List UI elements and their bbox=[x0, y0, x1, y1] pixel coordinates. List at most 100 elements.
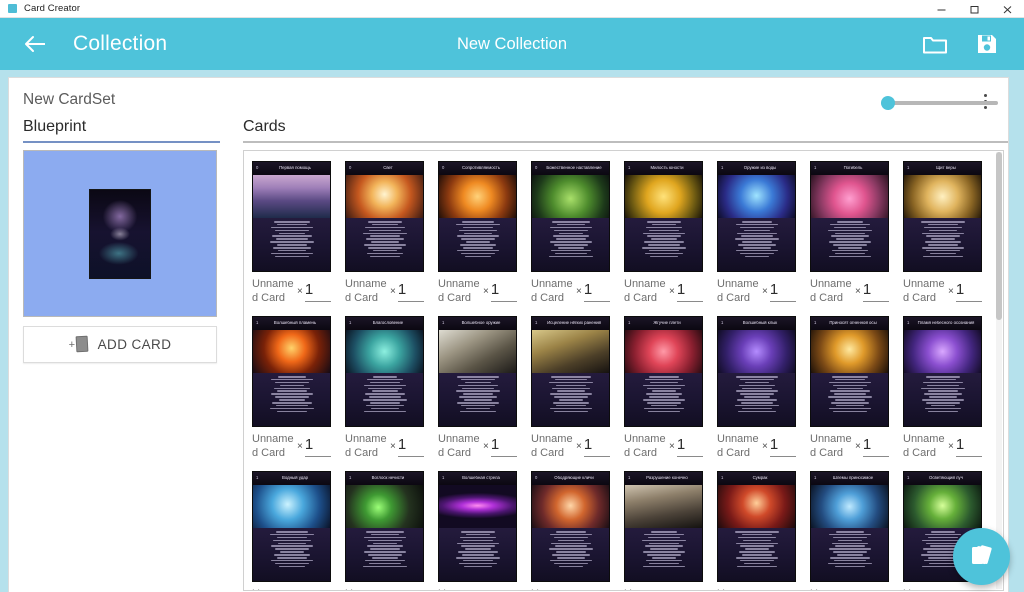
card-quantity-input[interactable]: 1 bbox=[583, 282, 610, 302]
card-thumbnail[interactable]: 1 Волшебный пламень bbox=[252, 316, 331, 427]
cards-scrollbar-thumb[interactable] bbox=[996, 152, 1002, 320]
card-thumbnail[interactable]: 1 Оружие из воды bbox=[717, 161, 796, 272]
card-thumbnail[interactable]: 1 Жгучие плети bbox=[624, 316, 703, 427]
card-title-bar: 1 Волшебный клык bbox=[718, 317, 795, 330]
card-text-line bbox=[558, 232, 583, 235]
card-text-line bbox=[642, 232, 685, 235]
card-quantity-input[interactable]: 1 bbox=[490, 282, 517, 302]
card-text-line bbox=[368, 229, 401, 232]
card-text-line bbox=[929, 252, 956, 255]
minimize-button[interactable] bbox=[925, 0, 958, 18]
card-cost: 0 bbox=[535, 475, 538, 481]
card-text-line bbox=[554, 378, 587, 381]
slider-thumb[interactable] bbox=[881, 96, 895, 110]
card-quantity-input[interactable]: 1 bbox=[955, 282, 982, 302]
card-thumbnail[interactable]: 0 Первая помощь bbox=[252, 161, 331, 272]
card-thumbnail[interactable]: 0 Ободряющие кличи bbox=[531, 471, 610, 582]
card-text-line bbox=[925, 542, 960, 545]
card-text-line bbox=[463, 399, 492, 401]
card-text-line bbox=[369, 255, 400, 258]
card-text-line bbox=[549, 533, 592, 536]
card-text-line bbox=[642, 384, 685, 387]
card-text-line bbox=[735, 223, 778, 226]
blueprint-preview[interactable] bbox=[23, 150, 217, 317]
card-text-line bbox=[362, 232, 407, 235]
card-quantity-input[interactable]: 1 bbox=[769, 437, 796, 457]
card-text-line bbox=[831, 376, 868, 378]
card-text-line bbox=[370, 241, 399, 243]
card-quantity-input[interactable]: 1 bbox=[490, 437, 517, 457]
card-thumbnail[interactable]: 1 Разрушение конечно bbox=[624, 471, 703, 582]
card-quantity-input[interactable]: 1 bbox=[862, 282, 889, 302]
cards-scrollbar[interactable] bbox=[996, 152, 1002, 589]
card-thumbnail[interactable]: 1 Милость юности bbox=[624, 161, 703, 272]
card-text-line bbox=[465, 241, 490, 243]
card-text-line bbox=[464, 548, 491, 550]
card-quantity-input[interactable]: 1 bbox=[769, 282, 796, 302]
cards-scroll-frame[interactable]: 0 Первая помощь Unnamed Card × 1 0 Свет Unnamed… bbox=[243, 150, 1004, 591]
card-quantity-input[interactable]: 1 bbox=[304, 282, 331, 302]
card-text-line bbox=[646, 235, 681, 237]
card-thumbnail[interactable]: 1 Шлемы приносимое bbox=[810, 471, 889, 582]
card-artwork bbox=[718, 330, 795, 373]
card-thumbnail[interactable]: 0 Свет bbox=[345, 161, 424, 272]
card-artwork bbox=[811, 330, 888, 373]
card-thumbnail[interactable]: 1 Благословение bbox=[345, 316, 424, 427]
card-zoom-slider[interactable] bbox=[881, 96, 998, 110]
card-quantity-input[interactable]: 1 bbox=[676, 437, 703, 457]
card-meta: Unnamed Card×1 bbox=[252, 433, 331, 471]
card-title: Волшебный пламень bbox=[273, 321, 317, 326]
card-title: Благословение bbox=[372, 321, 404, 326]
card-title: Волшебная стрела bbox=[462, 476, 500, 481]
card-meta: Unnamed Card×1 bbox=[345, 588, 424, 590]
back-arrow-icon[interactable] bbox=[22, 30, 50, 58]
card-thumbnail[interactable]: 1 Волшебная стрела bbox=[438, 471, 517, 582]
card-quantity-input[interactable]: 1 bbox=[304, 437, 331, 457]
app-icon bbox=[8, 4, 17, 13]
close-button[interactable] bbox=[991, 0, 1024, 18]
card-thumbnail[interactable]: 1 Сумрак bbox=[717, 471, 796, 582]
card-text-line bbox=[743, 396, 770, 398]
card-meta: Unnamed Card×1 bbox=[531, 433, 610, 471]
add-card-button[interactable]: + ADD CARD bbox=[23, 326, 217, 363]
card-text-line bbox=[648, 542, 679, 545]
save-icon[interactable] bbox=[974, 31, 1000, 57]
card-cell: 1 Жгучие плети Unnamed Card × 1 bbox=[624, 316, 703, 471]
app-header-bar: Collection New Collection bbox=[0, 18, 1024, 70]
maximize-button[interactable] bbox=[958, 0, 991, 18]
card-name-label: Unnamed Card bbox=[438, 588, 482, 590]
card-quantity-input[interactable]: 1 bbox=[397, 437, 424, 457]
card-thumbnail[interactable]: 0 Сопротивляемость bbox=[438, 161, 517, 272]
card-thumbnail[interactable]: 0 Божественное наставление bbox=[531, 161, 610, 272]
card-text-line bbox=[645, 559, 682, 562]
card-text-line bbox=[828, 533, 871, 536]
card-thumbnail[interactable]: 1 Волшебный клык bbox=[717, 316, 796, 427]
card-title-bar: 1 Приносят огненной осы bbox=[811, 317, 888, 330]
card-thumbnail[interactable]: 1 Водный удар bbox=[252, 471, 331, 582]
card-thumbnail[interactable]: 1 Пламя небесного осознания bbox=[903, 316, 982, 427]
card-thumbnail[interactable]: 1 Приносят огненной осы bbox=[810, 316, 889, 427]
card-cell: 1 Оружие из воды Unnamed Card × 1 bbox=[717, 161, 796, 316]
card-quantity-input[interactable]: 1 bbox=[676, 282, 703, 302]
card-rules-text bbox=[439, 373, 516, 426]
card-text-line bbox=[920, 221, 965, 223]
card-thumbnail[interactable]: 1 Погибель bbox=[810, 161, 889, 272]
card-quantity-input[interactable]: 1 bbox=[955, 437, 982, 457]
card-thumbnail[interactable]: 1 Воглоск нечисти bbox=[345, 471, 424, 582]
card-title-bar: 1 Воглоск нечисти bbox=[346, 472, 423, 485]
card-text-line bbox=[735, 390, 778, 392]
card-thumbnail[interactable]: 1 Щит веры bbox=[903, 161, 982, 272]
card-quantity-input[interactable]: 1 bbox=[583, 437, 610, 457]
card-text-line bbox=[647, 244, 680, 246]
card-thumbnail[interactable]: 1 Исцеление нёгких ранений bbox=[531, 316, 610, 427]
card-text-line bbox=[272, 539, 311, 542]
card-quantity-input[interactable]: 1 bbox=[397, 282, 424, 302]
card-text-line bbox=[456, 376, 499, 378]
card-text-line bbox=[553, 410, 588, 413]
card-title-bar: 1 Пламя небесного осознания bbox=[904, 317, 981, 330]
card-title: Осветяющий луч bbox=[929, 476, 963, 481]
card-quantity-input[interactable]: 1 bbox=[862, 437, 889, 457]
card-thumbnail[interactable]: 1 Волшебное оружие bbox=[438, 316, 517, 427]
folder-open-icon[interactable] bbox=[922, 31, 948, 57]
card-stack-fab[interactable] bbox=[953, 528, 1010, 585]
